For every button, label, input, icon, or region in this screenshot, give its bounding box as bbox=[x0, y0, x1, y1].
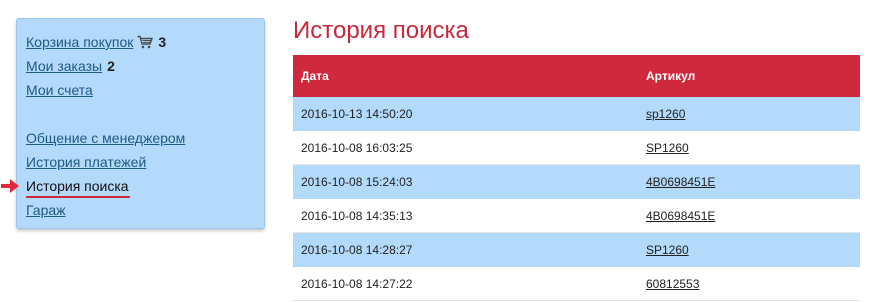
article-link[interactable]: SP1260 bbox=[646, 243, 689, 257]
date-cell: 2016-10-08 15:24:03 bbox=[301, 175, 413, 189]
date-cell: 2016-10-08 14:35:13 bbox=[301, 208, 413, 223]
table-body: 2016-10-13 14:50:20 sp1260 2016-10-08 16:0… bbox=[293, 97, 860, 301]
article-link[interactable]: 4B0698451E bbox=[646, 175, 715, 189]
date-cell: 2016-10-13 14:50:20 bbox=[301, 107, 413, 121]
article-cell: SP1260 bbox=[646, 141, 860, 155]
table-row: 2016-10-08 14:27:22 60812553 bbox=[293, 267, 860, 301]
sidebar-item-payments[interactable]: История платежей bbox=[26, 150, 264, 174]
sidebar-item-label: История платежей bbox=[26, 154, 147, 170]
sidebar-item-manager[interactable]: Общение с менеджером bbox=[26, 126, 264, 150]
article-cell: 60812553 bbox=[646, 277, 860, 291]
sidebar-item-invoices[interactable]: Мои счета bbox=[26, 78, 264, 102]
article-cell: SP1260 bbox=[646, 243, 860, 257]
article-link[interactable]: 4B0698451E bbox=[646, 209, 715, 223]
sidebar-item-label: Общение с менеджером bbox=[26, 130, 186, 146]
account-sidebar: Корзина покупок 3 Мои заказы 2 Мои счета … bbox=[1, 18, 265, 229]
date-cell: 2016-10-08 14:28:27 bbox=[301, 243, 413, 257]
arrow-right-icon bbox=[1, 179, 19, 193]
date-cell: 2016-10-08 16:03:25 bbox=[301, 140, 413, 155]
sidebar-item-label: Мои счета bbox=[26, 82, 93, 98]
article-cell: 4B0698451E bbox=[646, 175, 860, 189]
table-row: 2016-10-08 14:28:27 SP1260 bbox=[293, 233, 860, 267]
sidebar-item-label: Корзина покупок bbox=[26, 34, 134, 50]
article-link[interactable]: sp1260 bbox=[646, 107, 685, 121]
orders-count-badge: 2 bbox=[107, 58, 115, 74]
sidebar-item-label: Гараж bbox=[26, 202, 66, 218]
table-row: 2016-10-08 14:35:13 4B0698451E bbox=[293, 199, 860, 233]
column-header-article: Артикул bbox=[646, 69, 696, 83]
date-cell: 2016-10-08 14:27:22 bbox=[301, 276, 413, 291]
sidebar-item-search-history[interactable]: История поиска bbox=[1, 174, 264, 198]
table-row: 2016-10-13 14:50:20 sp1260 bbox=[293, 97, 860, 131]
sidebar-item-cart[interactable]: Корзина покупок 3 bbox=[26, 30, 264, 54]
sidebar-item-garage[interactable]: Гараж bbox=[26, 198, 264, 222]
table-row: 2016-10-08 16:03:25 SP1260 bbox=[293, 131, 860, 165]
cart-count-badge: 3 bbox=[158, 34, 167, 50]
page-title: История поиска bbox=[293, 17, 469, 44]
cart-icon bbox=[137, 35, 154, 49]
sidebar-item-label: Мои заказы bbox=[26, 58, 103, 74]
article-link[interactable]: 60812553 bbox=[646, 277, 699, 291]
search-history-table: Дата Артикул 2016-10-13 14:50:20 sp1260 20… bbox=[293, 55, 860, 301]
column-header-date: Дата bbox=[301, 69, 329, 83]
article-cell: sp1260 bbox=[646, 107, 860, 121]
table-row: 2016-10-08 15:24:03 4B0698451E bbox=[293, 165, 860, 199]
table-header: Дата Артикул bbox=[293, 55, 860, 97]
sidebar-item-orders[interactable]: Мои заказы 2 bbox=[26, 54, 264, 78]
article-link[interactable]: SP1260 bbox=[646, 141, 689, 155]
sidebar-item-label: История поиска bbox=[26, 178, 129, 194]
article-cell: 4B0698451E bbox=[646, 209, 860, 223]
